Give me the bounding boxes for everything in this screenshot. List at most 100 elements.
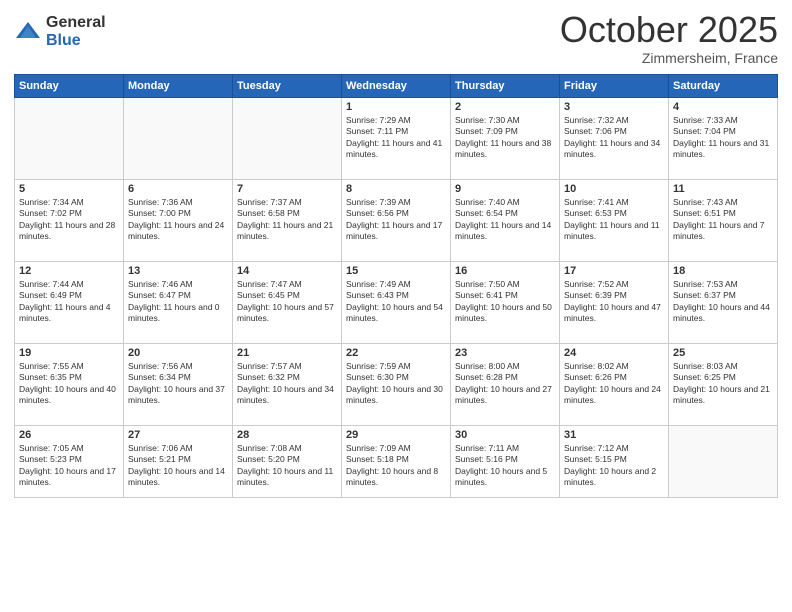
- table-row: 10Sunrise: 7:41 AM Sunset: 6:53 PM Dayli…: [560, 179, 669, 261]
- day-number: 27: [128, 429, 228, 441]
- logo-general: General: [46, 14, 106, 32]
- col-sunday: Sunday: [15, 74, 124, 97]
- day-info: Sunrise: 7:06 AM Sunset: 5:21 PM Dayligh…: [128, 443, 228, 489]
- location-subtitle: Zimmersheim, France: [560, 50, 778, 66]
- calendar-week-row: 1 Sunrise: 7:29 AM Sunset: 7:11 PM Daylig…: [15, 97, 778, 179]
- table-row: [15, 97, 124, 179]
- day-info: Sunrise: 7:56 AM Sunset: 6:34 PM Dayligh…: [128, 361, 228, 407]
- day-info: Sunrise: 7:36 AM Sunset: 7:00 PM Dayligh…: [128, 197, 228, 243]
- day-info: Sunrise: 7:40 AM Sunset: 6:54 PM Dayligh…: [455, 197, 555, 243]
- table-row: 28 Sunrise: 7:08 AM Sunset: 5:20 PM Dayli…: [233, 425, 342, 497]
- day-info: Sunrise: 7:52 AM Sunset: 6:39 PM Dayligh…: [564, 279, 664, 325]
- col-friday: Friday: [560, 74, 669, 97]
- day-number: 31: [564, 429, 664, 441]
- calendar-week-row: 12 Sunrise: 7:44 AM Sunset: 6:49 PM Dayli…: [15, 261, 778, 343]
- table-row: 5 Sunrise: 7:34 AM Sunset: 7:02 PM Daylig…: [15, 179, 124, 261]
- col-tuesday: Tuesday: [233, 74, 342, 97]
- table-row: 12 Sunrise: 7:44 AM Sunset: 6:49 PM Dayli…: [15, 261, 124, 343]
- table-row: 1 Sunrise: 7:29 AM Sunset: 7:11 PM Daylig…: [342, 97, 451, 179]
- day-number: 26: [19, 429, 119, 441]
- day-info: Sunrise: 7:49 AM Sunset: 6:43 PM Dayligh…: [346, 279, 446, 325]
- day-info: Sunrise: 8:02 AM Sunset: 6:26 PM Dayligh…: [564, 361, 664, 407]
- table-row: 14Sunrise: 7:47 AM Sunset: 6:45 PM Dayli…: [233, 261, 342, 343]
- day-number: 21: [237, 347, 337, 359]
- table-row: 13 Sunrise: 7:46 AM Sunset: 6:47 PM Dayli…: [124, 261, 233, 343]
- day-info: Sunrise: 8:03 AM Sunset: 6:25 PM Dayligh…: [673, 361, 773, 407]
- table-row: 24 Sunrise: 8:02 AM Sunset: 6:26 PM Dayli…: [560, 343, 669, 425]
- table-row: 21 Sunrise: 7:57 AM Sunset: 6:32 PM Dayli…: [233, 343, 342, 425]
- day-number: 8: [346, 183, 446, 195]
- day-info: Sunrise: 7:57 AM Sunset: 6:32 PM Dayligh…: [237, 361, 337, 407]
- day-info: Sunrise: 7:55 AM Sunset: 6:35 PM Dayligh…: [19, 361, 119, 407]
- calendar-header-row: Sunday Monday Tuesday Wednesday Thursday…: [15, 74, 778, 97]
- day-number: 14: [237, 265, 337, 277]
- day-info: Sunrise: 7:44 AM Sunset: 6:49 PM Dayligh…: [19, 279, 119, 325]
- day-number: 13: [128, 265, 228, 277]
- day-number: 20: [128, 347, 228, 359]
- day-info: Sunrise: 7:34 AM Sunset: 7:02 PM Dayligh…: [19, 197, 119, 243]
- table-row: [233, 97, 342, 179]
- day-number: 2: [455, 101, 555, 113]
- table-row: [669, 425, 778, 497]
- table-row: 16Sunrise: 7:50 AM Sunset: 6:41 PM Dayli…: [451, 261, 560, 343]
- day-number: 16: [455, 265, 555, 277]
- day-number: 19: [19, 347, 119, 359]
- table-row: 27 Sunrise: 7:06 AM Sunset: 5:21 PM Dayli…: [124, 425, 233, 497]
- day-number: 12: [19, 265, 119, 277]
- table-row: 17Sunrise: 7:52 AM Sunset: 6:39 PM Dayli…: [560, 261, 669, 343]
- table-row: 26 Sunrise: 7:05 AM Sunset: 5:23 PM Dayli…: [15, 425, 124, 497]
- logo-icon: [14, 18, 42, 46]
- table-row: 31 Sunrise: 7:12 AM Sunset: 5:15 PM Dayli…: [560, 425, 669, 497]
- col-thursday: Thursday: [451, 74, 560, 97]
- day-number: 15: [346, 265, 446, 277]
- table-row: 6Sunrise: 7:36 AM Sunset: 7:00 PM Daylig…: [124, 179, 233, 261]
- day-number: 28: [237, 429, 337, 441]
- day-info: Sunrise: 7:46 AM Sunset: 6:47 PM Dayligh…: [128, 279, 228, 325]
- table-row: 20 Sunrise: 7:56 AM Sunset: 6:34 PM Dayli…: [124, 343, 233, 425]
- header: General Blue October 2025 Zimmersheim, F…: [14, 10, 778, 66]
- day-number: 10: [564, 183, 664, 195]
- day-info: Sunrise: 7:29 AM Sunset: 7:11 PM Dayligh…: [346, 115, 446, 161]
- table-row: 29 Sunrise: 7:09 AM Sunset: 5:18 PM Dayli…: [342, 425, 451, 497]
- table-row: 8 Sunrise: 7:39 AM Sunset: 6:56 PM Daylig…: [342, 179, 451, 261]
- calendar-week-row: 26 Sunrise: 7:05 AM Sunset: 5:23 PM Dayli…: [15, 425, 778, 497]
- table-row: [124, 97, 233, 179]
- day-number: 22: [346, 347, 446, 359]
- day-number: 29: [346, 429, 446, 441]
- day-info: Sunrise: 7:11 AM Sunset: 5:16 PM Dayligh…: [455, 443, 555, 489]
- table-row: 19 Sunrise: 7:55 AM Sunset: 6:35 PM Dayli…: [15, 343, 124, 425]
- day-number: 4: [673, 101, 773, 113]
- day-number: 5: [19, 183, 119, 195]
- day-number: 23: [455, 347, 555, 359]
- calendar-week-row: 19 Sunrise: 7:55 AM Sunset: 6:35 PM Dayli…: [15, 343, 778, 425]
- day-info: Sunrise: 7:09 AM Sunset: 5:18 PM Dayligh…: [346, 443, 446, 489]
- table-row: 23Sunrise: 8:00 AM Sunset: 6:28 PM Dayli…: [451, 343, 560, 425]
- table-row: 18 Sunrise: 7:53 AM Sunset: 6:37 PM Dayli…: [669, 261, 778, 343]
- day-info: Sunrise: 7:32 AM Sunset: 7:06 PM Dayligh…: [564, 115, 664, 161]
- day-number: 11: [673, 183, 773, 195]
- table-row: 25Sunrise: 8:03 AM Sunset: 6:25 PM Dayli…: [669, 343, 778, 425]
- table-row: 11Sunrise: 7:43 AM Sunset: 6:51 PM Dayli…: [669, 179, 778, 261]
- table-row: 22Sunrise: 7:59 AM Sunset: 6:30 PM Dayli…: [342, 343, 451, 425]
- day-number: 24: [564, 347, 664, 359]
- table-row: 30 Sunrise: 7:11 AM Sunset: 5:16 PM Dayli…: [451, 425, 560, 497]
- col-wednesday: Wednesday: [342, 74, 451, 97]
- day-number: 30: [455, 429, 555, 441]
- day-info: Sunrise: 7:30 AM Sunset: 7:09 PM Dayligh…: [455, 115, 555, 161]
- day-info: Sunrise: 7:33 AM Sunset: 7:04 PM Dayligh…: [673, 115, 773, 161]
- day-info: Sunrise: 7:12 AM Sunset: 5:15 PM Dayligh…: [564, 443, 664, 489]
- day-number: 18: [673, 265, 773, 277]
- day-info: Sunrise: 7:08 AM Sunset: 5:20 PM Dayligh…: [237, 443, 337, 489]
- day-number: 9: [455, 183, 555, 195]
- day-number: 1: [346, 101, 446, 113]
- day-info: Sunrise: 7:05 AM Sunset: 5:23 PM Dayligh…: [19, 443, 119, 489]
- table-row: 4 Sunrise: 7:33 AM Sunset: 7:04 PM Daylig…: [669, 97, 778, 179]
- calendar-table: Sunday Monday Tuesday Wednesday Thursday…: [14, 74, 778, 498]
- col-monday: Monday: [124, 74, 233, 97]
- calendar-week-row: 5 Sunrise: 7:34 AM Sunset: 7:02 PM Daylig…: [15, 179, 778, 261]
- day-info: Sunrise: 7:37 AM Sunset: 6:58 PM Dayligh…: [237, 197, 337, 243]
- day-info: Sunrise: 7:53 AM Sunset: 6:37 PM Dayligh…: [673, 279, 773, 325]
- day-info: Sunrise: 7:39 AM Sunset: 6:56 PM Dayligh…: [346, 197, 446, 243]
- day-number: 7: [237, 183, 337, 195]
- col-saturday: Saturday: [669, 74, 778, 97]
